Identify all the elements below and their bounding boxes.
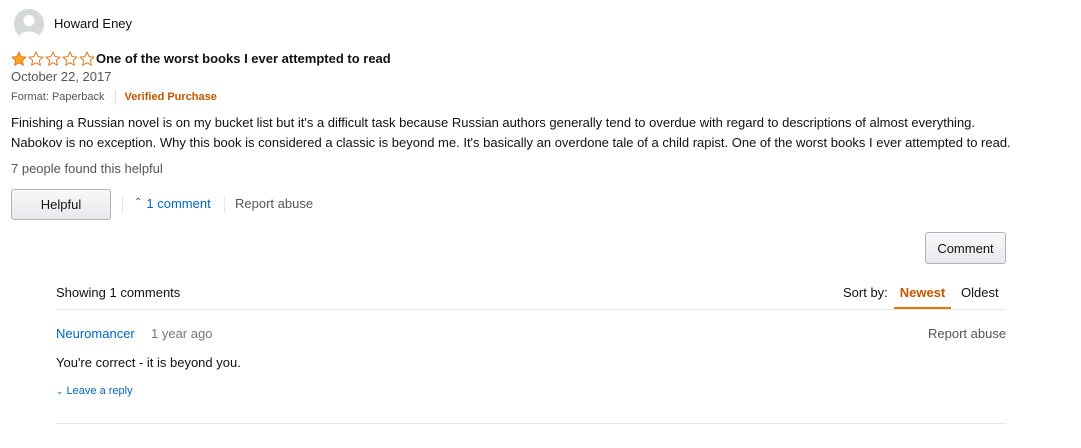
helpful-count: 7 people found this helpful <box>11 161 163 176</box>
divider <box>122 196 123 213</box>
comment-button[interactable]: Comment <box>925 232 1006 264</box>
user-avatar-icon <box>14 9 44 39</box>
comments-toggle-link[interactable]: ⌃ 1 comment <box>134 196 211 211</box>
chevron-down-icon: ⌄ <box>56 385 64 396</box>
sort-option-newest[interactable]: Newest <box>894 278 951 309</box>
star-rating[interactable] <box>11 51 95 66</box>
comments-count-text: Showing 1 comments <box>56 285 181 300</box>
helpful-button[interactable]: Helpful <box>11 189 111 220</box>
leave-reply-label: Leave a reply <box>66 385 133 397</box>
comment-text: You're correct - it is beyond you. <box>56 355 241 370</box>
star-empty-icon <box>62 51 78 66</box>
star-empty-icon <box>45 51 61 66</box>
chevron-up-icon: ⌃ <box>134 197 143 208</box>
reviewer-name[interactable]: Howard Eney <box>54 16 132 31</box>
verified-purchase-badge: Verified Purchase <box>124 90 217 103</box>
sort-option-oldest[interactable]: Oldest <box>961 285 999 300</box>
divider <box>56 309 1006 310</box>
review-body: Finishing a Russian novel is on my bucke… <box>11 113 1011 153</box>
comments-toggle-label: 1 comment <box>146 196 211 211</box>
avatar[interactable] <box>14 9 44 39</box>
star-empty-icon <box>28 51 44 66</box>
leave-reply-link[interactable]: ⌄ Leave a reply <box>56 385 133 397</box>
comment-report-abuse-link[interactable]: Report abuse <box>928 326 1006 341</box>
review-title[interactable]: One of the worst books I ever attempted … <box>96 51 391 66</box>
review-body-line: Finishing a Russian novel is on my bucke… <box>11 115 976 130</box>
comment-timestamp: 1 year ago <box>151 326 213 341</box>
divider <box>56 423 1006 424</box>
comment-author-link[interactable]: Neuromancer <box>56 326 135 341</box>
divider <box>224 196 225 213</box>
review-body-line: Nabokov is no exception. Why this book i… <box>11 135 1011 150</box>
format-label[interactable]: Format: Paperback <box>11 91 105 103</box>
review-date: October 22, 2017 <box>11 69 112 84</box>
review-meta: Format: Paperback Verified Purchase <box>11 90 217 103</box>
report-abuse-link[interactable]: Report abuse <box>235 196 313 211</box>
sort-by-label: Sort by: <box>843 285 888 300</box>
divider <box>114 90 116 103</box>
star-filled-icon <box>11 51 27 66</box>
star-empty-icon <box>79 51 95 66</box>
